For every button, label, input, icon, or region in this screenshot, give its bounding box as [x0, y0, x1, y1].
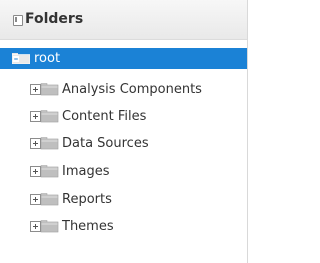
tree-item-themes[interactable]: Themes — [30, 217, 245, 236]
expand-folder-icon — [30, 165, 59, 178]
tree-item-analysis-components[interactable]: Analysis Components — [30, 80, 245, 99]
tree-item-label: Reports — [62, 192, 112, 207]
tree-root-node[interactable]: root — [0, 48, 247, 69]
panel-icon — [13, 15, 23, 26]
tree-item-label: Images — [62, 164, 110, 179]
expand-folder-icon — [30, 193, 59, 206]
folders-panel: Folders root Analysis Components Content… — [0, 0, 248, 263]
tree-item-reports[interactable]: Reports — [30, 190, 245, 209]
expand-folder-icon — [30, 83, 59, 96]
tree-root-label: root — [34, 51, 61, 66]
tree-item-content-files[interactable]: Content Files — [30, 107, 245, 126]
tree-item-label: Content Files — [62, 109, 147, 124]
expand-folder-icon — [30, 220, 59, 233]
expand-folder-icon — [30, 110, 59, 123]
tree-item-label: Themes — [62, 219, 114, 234]
tree-item-label: Data Sources — [62, 136, 149, 151]
expand-folder-icon — [30, 137, 59, 150]
tree-item-data-sources[interactable]: Data Sources — [30, 134, 245, 153]
folder-open-icon — [12, 53, 30, 64]
tree-item-images[interactable]: Images — [30, 162, 245, 181]
tree-item-label: Analysis Components — [62, 82, 202, 97]
panel-title: Folders — [25, 11, 84, 27]
panel-header: Folders — [0, 0, 247, 40]
